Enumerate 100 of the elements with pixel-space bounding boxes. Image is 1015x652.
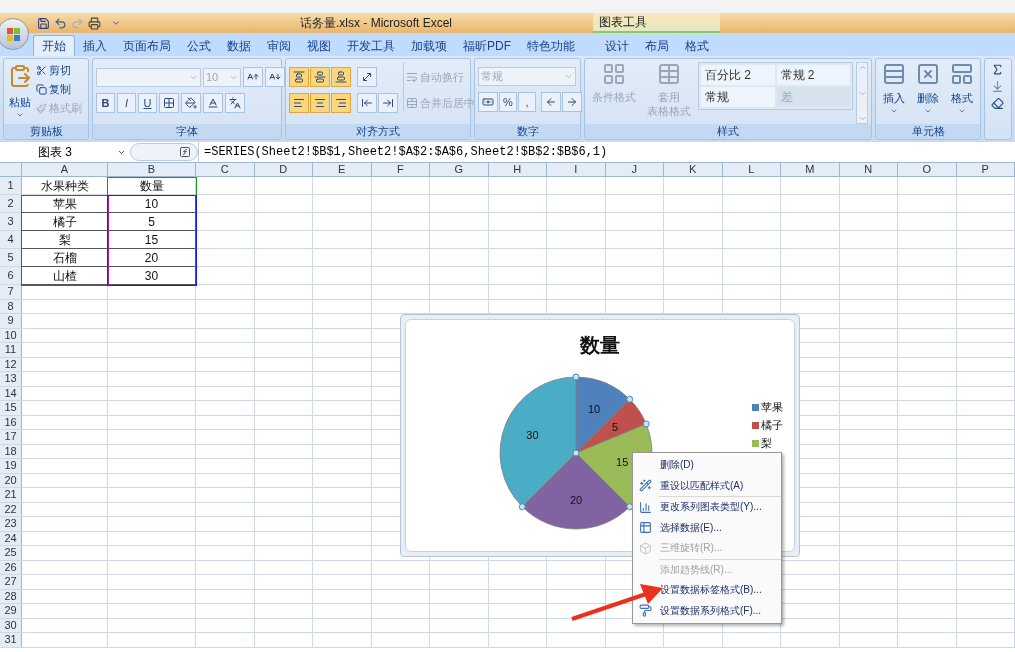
ribbon-tab[interactable]: 设计 (597, 35, 637, 56)
grow-font-button[interactable] (243, 67, 263, 87)
column-header[interactable]: F (396, 164, 404, 175)
row-header[interactable]: 13 (0, 372, 22, 386)
vertical-align-button[interactable] (289, 67, 309, 87)
column-header[interactable]: G (454, 164, 464, 175)
font-style-button[interactable]: U (138, 93, 157, 113)
column-header[interactable]: N (864, 164, 873, 175)
ribbon-tab[interactable]: 特色功能 (519, 35, 583, 56)
customize-icon[interactable] (111, 18, 121, 28)
column-header[interactable]: K (689, 164, 697, 175)
row-header[interactable]: 25 (0, 546, 22, 560)
ribbon-tab[interactable]: 布局 (637, 35, 677, 56)
sum-icon[interactable] (991, 63, 1004, 76)
clipboard-action[interactable]: 复制 (36, 81, 82, 98)
row-header[interactable]: 5 (0, 249, 22, 266)
number-style-button[interactable]: , (518, 92, 536, 112)
font-name-field[interactable] (96, 67, 201, 87)
fill-icon[interactable] (991, 80, 1004, 93)
column-header[interactable]: A (60, 164, 69, 175)
selection-handle[interactable] (626, 503, 634, 511)
row-header[interactable]: 21 (0, 488, 22, 502)
cell-style-option[interactable]: 常规 (701, 87, 775, 107)
horizontal-align-button[interactable] (331, 93, 351, 113)
ribbon-tab[interactable]: 加载项 (403, 35, 455, 56)
column-header[interactable]: M (805, 164, 815, 175)
clipboard-action[interactable]: 剪切 (36, 62, 82, 79)
column-header[interactable]: I (574, 164, 578, 175)
function-icon[interactable] (179, 146, 191, 158)
cells-action[interactable]: 删除 (912, 62, 944, 115)
ribbon-tab[interactable]: 插入 (75, 35, 115, 56)
vertical-align-button[interactable] (331, 67, 351, 87)
row-header[interactable]: 17 (0, 430, 22, 444)
font-style-button[interactable]: I (117, 93, 136, 113)
column-header[interactable]: E (338, 164, 346, 175)
ribbon-tab[interactable]: 开始 (33, 35, 75, 56)
ribbon-tab[interactable]: 公式 (179, 35, 219, 56)
name-box[interactable]: 图表 3 (0, 143, 130, 161)
column-header[interactable]: B (147, 164, 156, 175)
ribbon-tab[interactable]: 格式 (677, 35, 717, 56)
save-icon[interactable] (37, 16, 50, 30)
column-header[interactable]: H (513, 164, 522, 175)
selection-handle[interactable] (626, 395, 634, 403)
cell-style-option[interactable]: 百分比 2 (701, 65, 775, 85)
ribbon-tab[interactable]: 视图 (299, 35, 339, 56)
cells-action[interactable]: 插入 (879, 62, 910, 115)
row-header[interactable]: 9 (0, 314, 22, 328)
shrink-font-button[interactable] (265, 67, 285, 87)
undo-icon[interactable] (54, 16, 67, 30)
row-header[interactable]: 31 (0, 633, 22, 647)
row-header[interactable]: 1 (0, 177, 22, 194)
selection-handle[interactable] (518, 503, 526, 511)
row-header[interactable]: 6 (0, 267, 22, 284)
borders-button[interactable] (159, 93, 179, 113)
font-style-button[interactable]: B (96, 93, 115, 113)
menu-item[interactable]: 删除(D) (660, 458, 694, 473)
selection-handle[interactable] (642, 420, 650, 428)
increase-decimal-button[interactable] (541, 92, 561, 112)
ribbon-tab[interactable]: 数据 (219, 35, 259, 56)
horizontal-align-button[interactable] (310, 93, 330, 113)
column-header[interactable]: P (981, 164, 989, 175)
column-header[interactable]: C (220, 164, 229, 175)
increase-indent-button[interactable] (378, 93, 398, 113)
column-header[interactable]: O (922, 164, 932, 175)
phonetic-button[interactable] (225, 93, 245, 113)
paste-button[interactable]: 粘贴 (7, 62, 33, 119)
decrease-indent-button[interactable] (357, 93, 377, 113)
column-header[interactable]: L (748, 164, 755, 175)
orientation-button[interactable] (357, 67, 377, 87)
ribbon-tab[interactable]: 开发工具 (339, 35, 403, 56)
cell-style-option[interactable]: 常规 2 (776, 65, 850, 85)
font-color-button[interactable] (203, 93, 223, 113)
row-header[interactable]: 3 (0, 213, 22, 230)
currency-button[interactable] (478, 92, 498, 112)
row-header[interactable]: 27 (0, 575, 22, 589)
menu-item[interactable]: 重设以匹配样式(A) (660, 478, 744, 493)
ribbon-tab[interactable]: 页面布局 (115, 35, 179, 56)
gallery-scrollbar[interactable] (856, 62, 868, 124)
formula-field[interactable]: =SERIES(Sheet2!$B$1,Sheet2!$A$2:$A$6,Sheet2!$B$2:$B$6,1) (198, 142, 1015, 162)
row-header[interactable]: 15 (0, 401, 22, 415)
vertical-align-button[interactable] (310, 67, 330, 87)
number-style-button[interactable]: % (499, 92, 517, 112)
menu-item[interactable]: 设置数据系列格式(F)... (660, 603, 762, 618)
ribbon-tab[interactable]: 审阅 (259, 35, 299, 56)
print-preview-icon[interactable] (88, 16, 101, 30)
menu-item[interactable]: 更改系列图表类型(Y)... (660, 500, 762, 515)
column-header[interactable]: J (631, 164, 637, 175)
row-header[interactable]: 23 (0, 517, 22, 531)
horizontal-align-button[interactable] (289, 93, 309, 113)
cells-action[interactable]: 格式 (946, 62, 977, 115)
selection-handle[interactable] (572, 373, 580, 381)
row-header[interactable]: 2 (0, 195, 22, 212)
ribbon-tab[interactable]: 福昕PDF (455, 35, 519, 56)
fill-color-button[interactable] (181, 93, 201, 113)
selection-handle[interactable] (572, 449, 580, 457)
row-header[interactable]: 29 (0, 604, 22, 618)
decrease-decimal-button[interactable] (562, 92, 582, 112)
column-header[interactable]: D (279, 164, 288, 175)
menu-item[interactable]: 选择数据(E)... (660, 520, 722, 535)
row-header[interactable]: 19 (0, 459, 22, 473)
